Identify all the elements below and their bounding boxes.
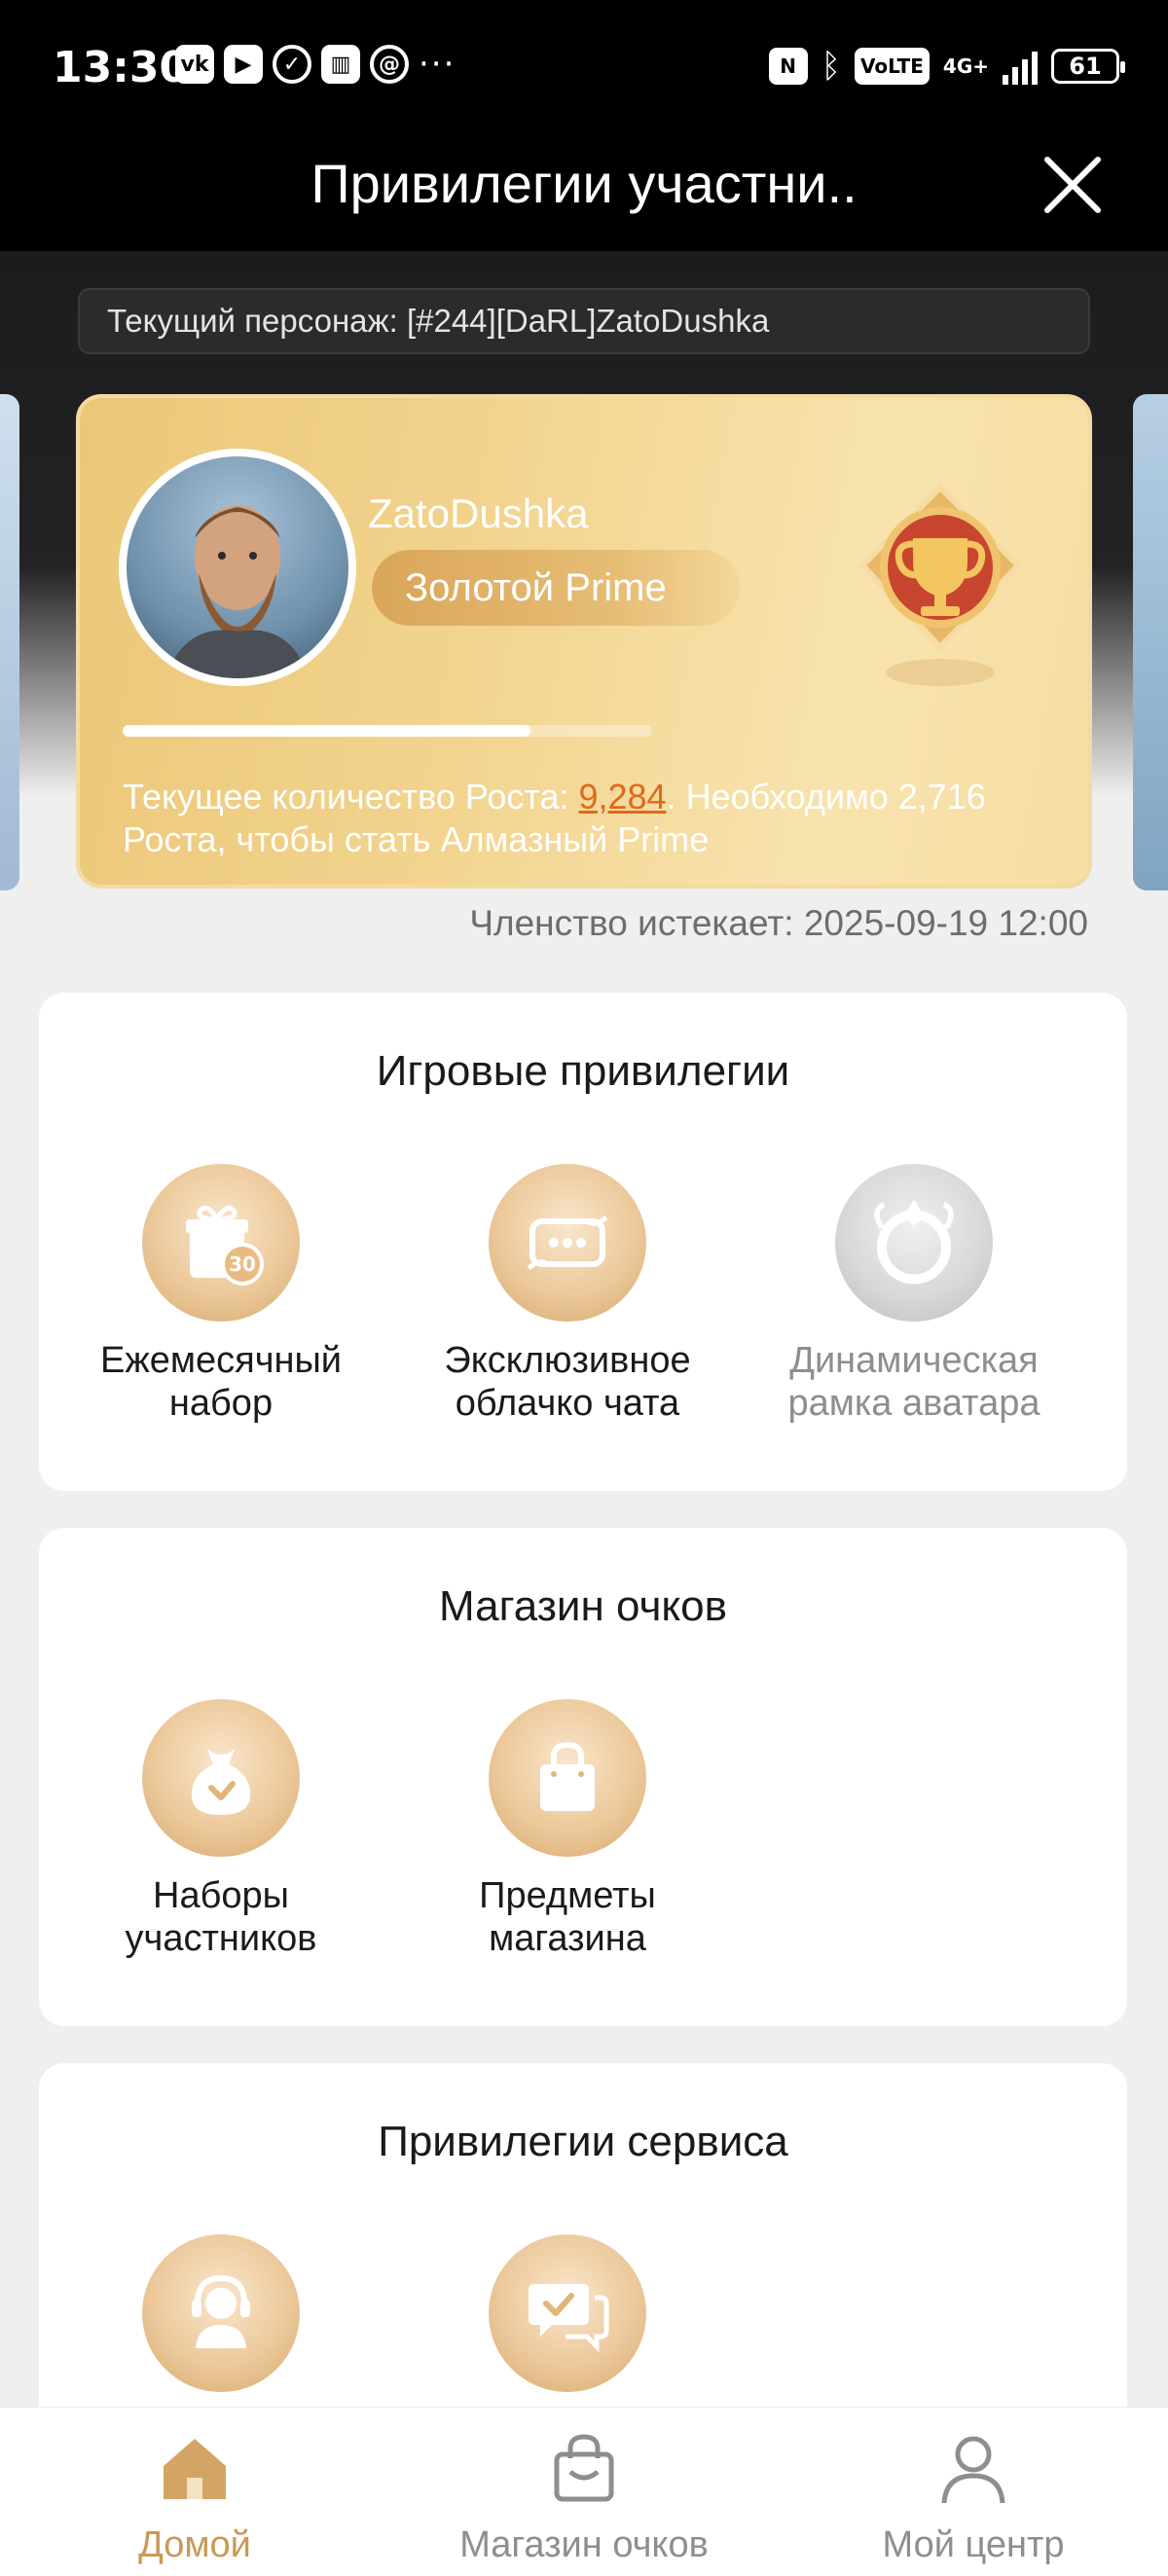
growth-progress-fill [123, 725, 530, 737]
chat-check-icon [489, 2234, 646, 2392]
more-notifications-icon: ··· [419, 45, 456, 84]
nav-points-shop[interactable]: Магазин очков [409, 2427, 759, 2566]
section-title: Магазин очков [439, 1582, 727, 1630]
status-bar: 13:30 vk ▶ ✓ ▥ @ ··· N ᛒ VoLTE 4G+ 61 [0, 0, 1168, 136]
shopping-bag-icon [489, 1699, 646, 1857]
shop-member-packs[interactable]: Наборы участников [70, 1699, 372, 1960]
previous-tier-card[interactable] [0, 394, 19, 890]
nav-label: Мой центр [882, 2524, 1065, 2565]
page-title: Привилегии участни.. [310, 153, 858, 214]
bluetooth-icon: ᛒ [821, 47, 842, 86]
privilege-avatar-frame[interactable]: Динамическая рамка аватара [763, 1164, 1065, 1425]
status-app-icons: vk ▶ ✓ ▥ @ ··· [175, 45, 456, 84]
growth-prefix: Текущее количество Роста: [123, 777, 579, 816]
home-icon [164, 2439, 226, 2499]
shop-label: Наборы участников [125, 1875, 317, 1959]
nav-label: Домой [138, 2524, 251, 2565]
current-character-bar: Текущий персонаж: [#244][DaRL]ZatoDushka [78, 288, 1090, 354]
username: ZatoDushka [368, 490, 589, 536]
shop-store-items[interactable]: Предметы магазина [417, 1699, 718, 1960]
nav-label: Магазин очков [459, 2524, 709, 2565]
service-support[interactable] [70, 2234, 372, 2392]
volte-badge: VoLTE [855, 48, 930, 85]
header: Привилегии участни.. [0, 136, 1168, 251]
support-agent-icon [142, 2234, 300, 2392]
section-title: Привилегии сервиса [378, 2118, 788, 2165]
battery-icon: 61 [1051, 49, 1125, 84]
status-indicators: N ᛒ VoLTE 4G+ 61 [768, 47, 1125, 86]
growth-info: Текущее количество Роста: 9,284. Необход… [123, 776, 1057, 861]
network-type: 4G+ [942, 54, 989, 78]
membership-expiry: Членство истекает: 2025-09-19 12:00 [469, 903, 1088, 943]
privilege-label: Ежемесячный набор [99, 1340, 343, 1424]
service-feedback[interactable] [417, 2234, 718, 2392]
points-shop-section: Магазин очков Наборы участников Предметы… [39, 1528, 1127, 2026]
shopping-bag-icon [554, 2434, 614, 2502]
privilege-label: Эксклюзивное облачко чата [444, 1340, 691, 1424]
signal-icon [1003, 48, 1038, 85]
status-time: 13:30 [53, 43, 190, 92]
battery-level: 61 [1069, 53, 1102, 80]
chat-bubble-icon [489, 1164, 646, 1322]
avatar-frame-icon [835, 1164, 993, 1322]
nfc-icon: N [768, 48, 808, 85]
next-tier-card[interactable] [1133, 394, 1168, 890]
svg-text:30: 30 [229, 1252, 256, 1276]
prime-tier-card: ZatoDushka Золотой Prime Текущее количес… [76, 394, 1092, 889]
vk-icon: vk [175, 45, 214, 84]
youtube-icon: ▶ [224, 45, 263, 84]
gold-trophy-icon [858, 483, 1023, 686]
avatar [119, 449, 356, 686]
at-icon: @ [370, 45, 409, 84]
avatar-portrait [165, 505, 310, 678]
privilege-label: Динамическая рамка аватара [787, 1340, 1040, 1424]
gift-30-icon: 30 [142, 1164, 300, 1322]
check-circle-icon: ✓ [273, 45, 311, 84]
growth-value-link[interactable]: 9,284 [578, 777, 666, 816]
nav-my-center[interactable]: Мой центр [798, 2427, 1149, 2566]
privilege-chat-bubble[interactable]: Эксклюзивное облачко чата [417, 1164, 718, 1425]
section-title: Игровые привилегии [376, 1047, 790, 1095]
bottom-navigation: Домой Магазин очков Мой центр [0, 2407, 1168, 2576]
game-privileges-section: Игровые привилегии 30 Ежемесячный набор [39, 993, 1127, 1491]
shop-label: Предметы магазина [479, 1875, 656, 1959]
nav-home[interactable]: Домой [19, 2427, 370, 2566]
user-icon [941, 2436, 1005, 2504]
close-icon[interactable] [1041, 154, 1104, 216]
bag-heart-icon [142, 1699, 300, 1857]
growth-progress-bar [123, 725, 652, 737]
stats-icon: ▥ [321, 45, 360, 84]
tier-badge: Золотой Prime [372, 550, 740, 626]
privilege-monthly-pack[interactable]: 30 Ежемесячный набор [70, 1164, 372, 1425]
